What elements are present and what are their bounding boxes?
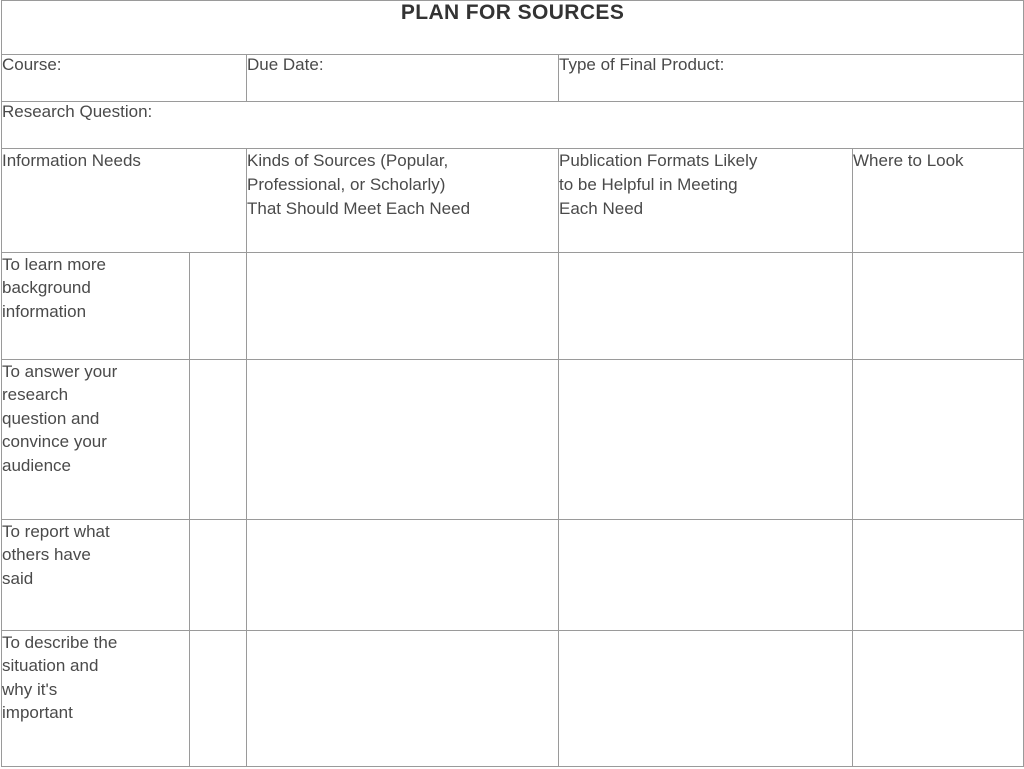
kinds-of-sources-answer-value [247, 520, 558, 530]
narrow-answer-value [190, 253, 246, 263]
column-header-kinds-of-sources: Kinds of Sources (Popular, Professional,… [246, 148, 559, 253]
meta-row: Course: Due Date: Type of Final Product: [1, 54, 1024, 102]
final-product-label: Type of Final Product: [559, 55, 725, 74]
column-header-label: Kinds of Sources (Popular, Professional,… [247, 151, 471, 219]
information-need-label: To answer your research question and con… [2, 362, 118, 475]
publication-formats-answer-value [559, 253, 852, 263]
due-date-field[interactable]: Due Date: [246, 54, 559, 102]
table-row: To describe the situation and why it's i… [1, 630, 1024, 767]
kinds-of-sources-answer-cell[interactable] [246, 252, 559, 360]
course-field[interactable]: Course: [1, 54, 247, 102]
narrow-answer-cell[interactable] [189, 359, 247, 520]
information-need-label: To report what others have said [2, 522, 110, 588]
column-header-row: Information Needs Kinds of Sources (Popu… [1, 148, 1024, 253]
information-need-label: To learn more background information [2, 255, 106, 321]
narrow-answer-cell[interactable] [189, 252, 247, 360]
where-to-look-answer-value [853, 253, 1023, 263]
plan-for-sources-table: PLAN FOR SOURCES Course: Due Date: Type … [0, 0, 1024, 767]
publication-formats-answer-value [559, 631, 852, 641]
kinds-of-sources-answer-cell[interactable] [246, 519, 559, 631]
publication-formats-answer-cell[interactable] [558, 359, 853, 520]
table-row: To report what others have said [1, 519, 1024, 631]
where-to-look-answer-cell[interactable] [851, 359, 1024, 520]
where-to-look-answer-cell[interactable] [851, 519, 1024, 631]
document-title-cell: PLAN FOR SOURCES [0, 0, 1024, 55]
table-row: To learn more background information [1, 252, 1024, 360]
column-header-label: Information Needs [2, 151, 141, 170]
column-header-where-to-look: Where to Look [851, 148, 1024, 253]
where-to-look-answer-cell[interactable] [851, 630, 1024, 767]
publication-formats-answer-value [559, 520, 852, 530]
publication-formats-answer-cell[interactable] [558, 252, 853, 360]
publication-formats-answer-cell[interactable] [558, 630, 853, 767]
narrow-answer-value [190, 360, 246, 370]
information-need-cell: To answer your research question and con… [1, 359, 190, 520]
information-need-cell: To learn more background information [1, 252, 190, 360]
column-header-label: Where to Look [853, 151, 964, 170]
where-to-look-answer-value [853, 631, 1023, 641]
column-header-label: Publication Formats Likely to be Helpful… [559, 151, 758, 219]
kinds-of-sources-answer-value [247, 360, 558, 370]
narrow-answer-value [190, 631, 246, 641]
narrow-answer-cell[interactable] [189, 630, 247, 767]
publication-formats-answer-value [559, 360, 852, 370]
where-to-look-answer-cell[interactable] [851, 252, 1024, 360]
due-date-label: Due Date: [247, 55, 324, 74]
final-product-field[interactable]: Type of Final Product: [557, 54, 1024, 102]
information-need-cell: To describe the situation and why it's i… [1, 630, 190, 767]
course-label: Course: [2, 55, 62, 74]
page-title: PLAN FOR SOURCES [400, 1, 625, 24]
narrow-answer-cell[interactable] [189, 519, 247, 631]
column-header-information-needs: Information Needs [1, 148, 247, 253]
kinds-of-sources-answer-cell[interactable] [246, 630, 559, 767]
kinds-of-sources-answer-cell[interactable] [246, 359, 559, 520]
table-row: To answer your research question and con… [1, 359, 1024, 520]
research-question-label: Research Question: [2, 102, 153, 121]
information-need-cell: To report what others have said [1, 519, 190, 631]
where-to-look-answer-value [853, 360, 1023, 370]
publication-formats-answer-cell[interactable] [558, 519, 853, 631]
information-need-label: To describe the situation and why it's i… [2, 633, 118, 723]
narrow-answer-value [190, 520, 246, 530]
column-header-publication-formats: Publication Formats Likely to be Helpful… [558, 148, 853, 253]
plan-for-sources-worksheet: PLAN FOR SOURCES Course: Due Date: Type … [0, 0, 1024, 769]
research-question-row: Research Question: [0, 101, 1024, 149]
title-row: PLAN FOR SOURCES [0, 0, 1024, 55]
research-question-field[interactable]: Research Question: [0, 101, 1024, 149]
where-to-look-answer-value [853, 520, 1023, 530]
kinds-of-sources-answer-value [247, 631, 558, 641]
kinds-of-sources-answer-value [247, 253, 558, 263]
